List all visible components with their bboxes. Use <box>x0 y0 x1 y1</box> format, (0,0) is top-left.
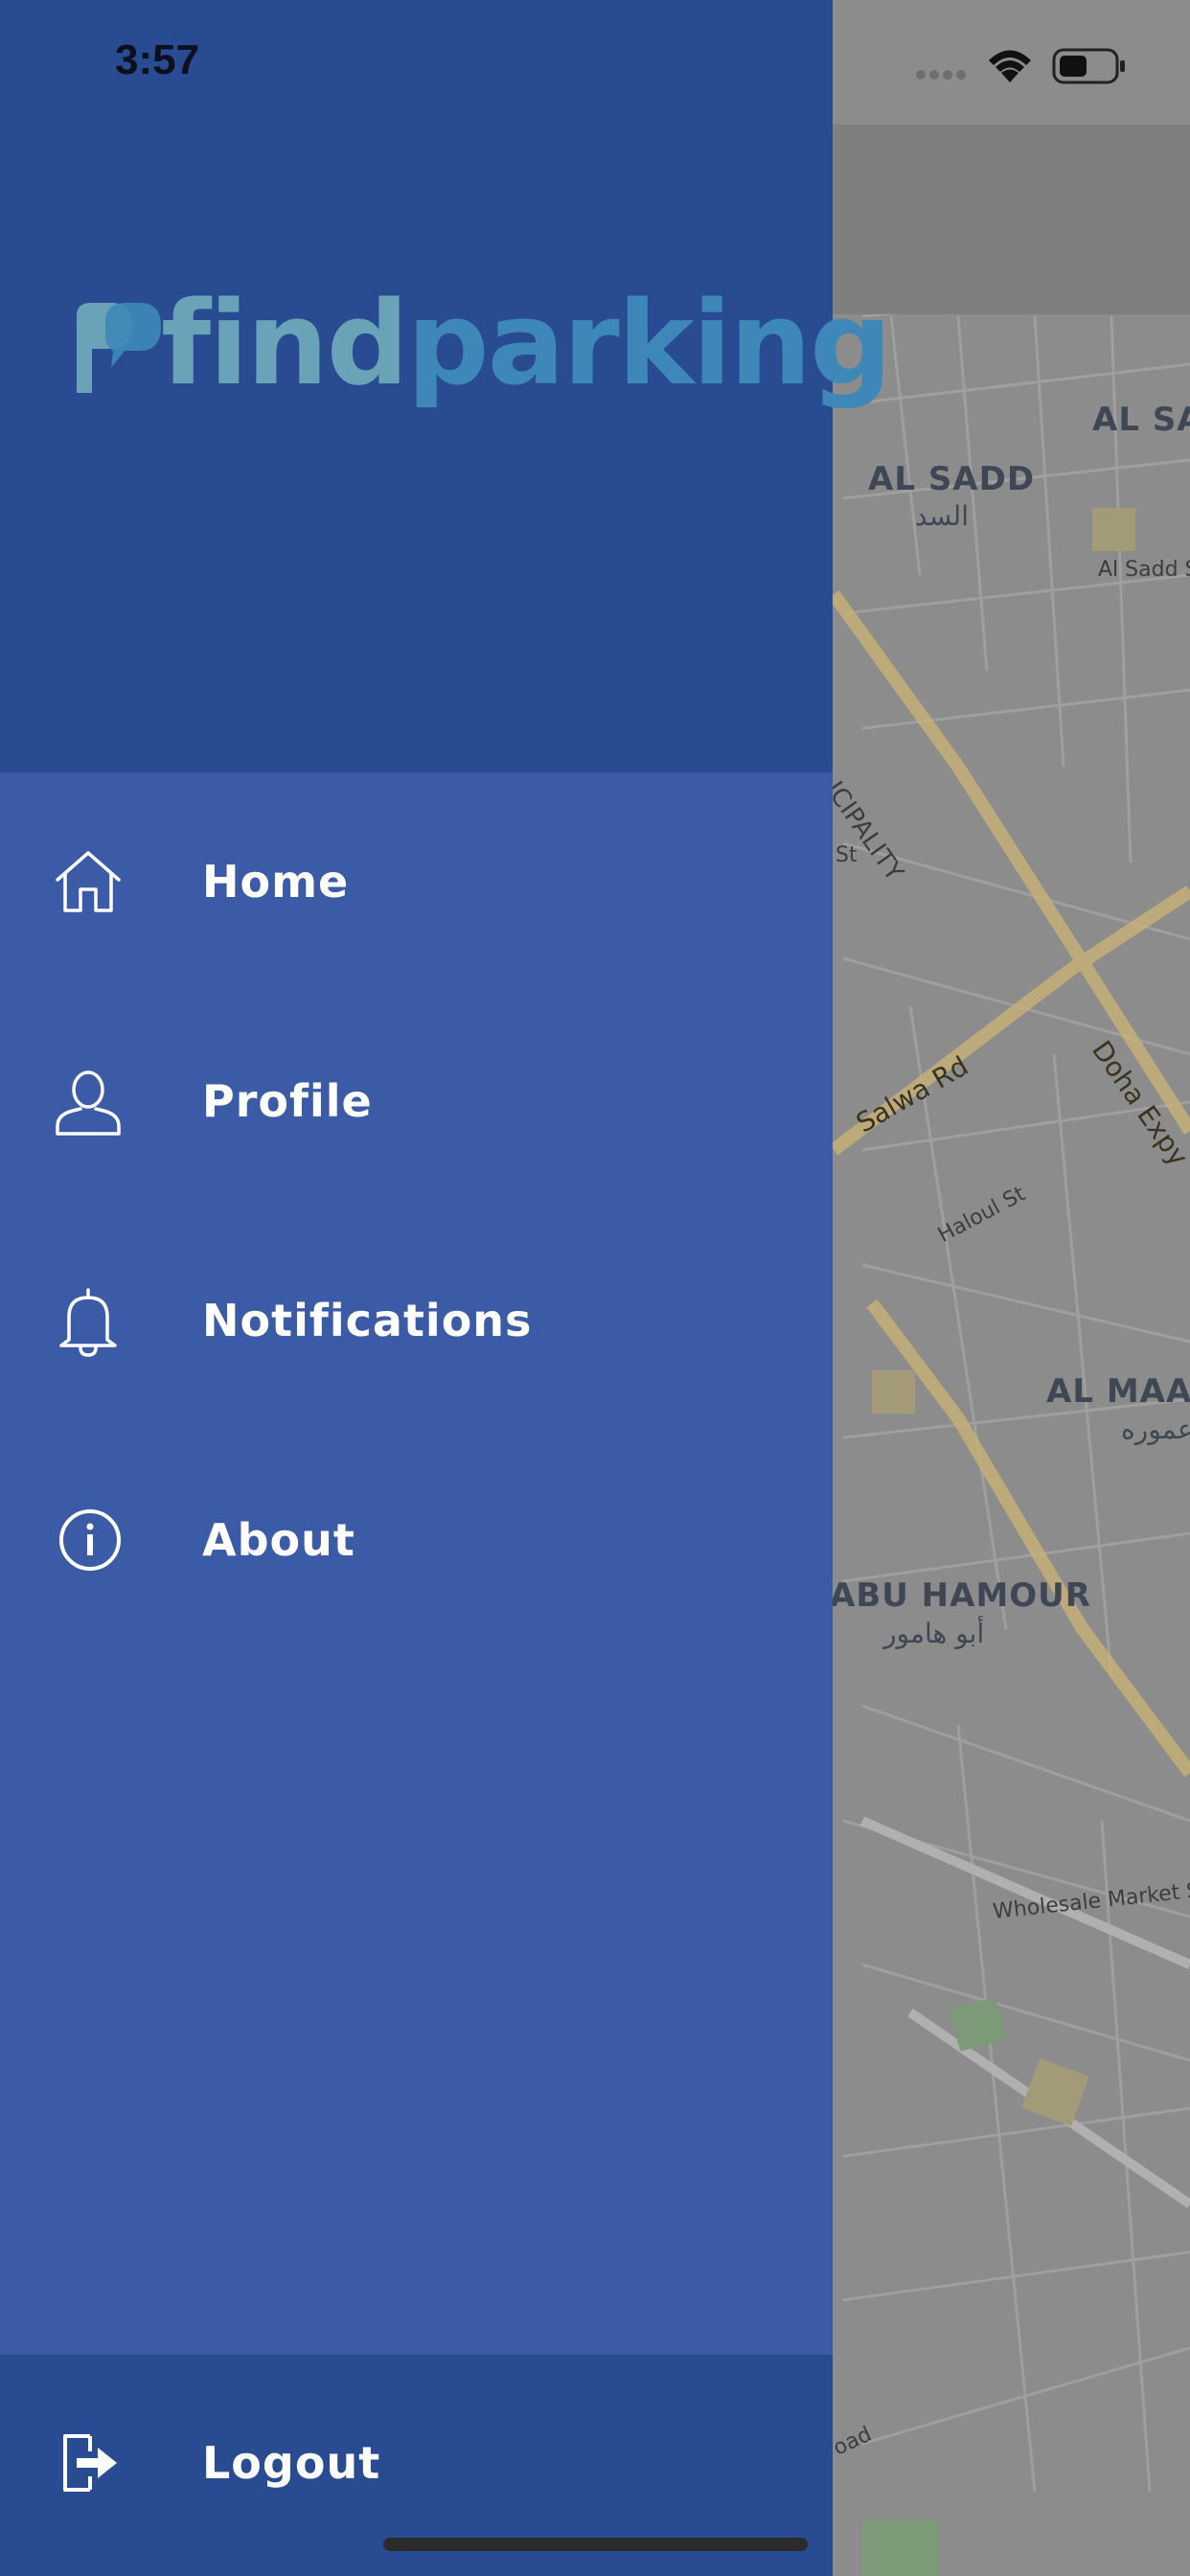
brand-logo-text: findparking <box>161 288 892 402</box>
battery-icon <box>1052 48 1125 84</box>
menu-item-label: About <box>202 1514 355 1566</box>
menu-item-notifications[interactable]: Notifications <box>0 1244 833 1397</box>
navigation-drawer: findparking Home Profile Notifications A… <box>0 0 892 2576</box>
user-icon <box>56 1070 121 1136</box>
findparking-logo-icon <box>77 303 161 393</box>
map-street-label: Al Sadd S <box>1098 558 1190 582</box>
info-icon <box>59 1509 121 1571</box>
logout-icon <box>63 2434 117 2492</box>
home-icon <box>56 851 121 912</box>
map-area-label-ar: أبو هامور <box>883 1618 985 1649</box>
map-street-label: St <box>835 843 858 867</box>
menu-item-home[interactable]: Home <box>0 805 833 958</box>
menu-item-about[interactable]: About <box>0 1463 833 1617</box>
wifi-icon <box>989 50 1031 82</box>
menu-item-profile[interactable]: Profile <box>0 1024 833 1178</box>
brand-name-part2: parking <box>406 278 892 411</box>
menu-item-label: Home <box>202 856 350 908</box>
logout-label: Logout <box>202 2437 381 2489</box>
map-area-label-ar: السد <box>915 500 969 532</box>
drawer-header: findparking <box>0 0 892 772</box>
menu-item-label: Profile <box>202 1075 373 1127</box>
map-area-label-ar: عموره <box>1121 1414 1190 1445</box>
brand-name-part1: find <box>161 278 409 411</box>
bell-icon <box>59 1288 117 1357</box>
status-icons <box>916 48 1125 84</box>
logout-button[interactable]: Logout <box>0 2386 833 2540</box>
menu-item-label: Notifications <box>202 1295 533 1346</box>
status-time: 3:57 <box>115 36 200 83</box>
map-area-label: AL MAAI <box>1046 1372 1190 1411</box>
signal-icon <box>916 70 966 80</box>
map-area-label: AL SA <box>1092 401 1190 439</box>
home-indicator <box>383 2538 808 2551</box>
map-area-label: AL SADD <box>868 460 1036 498</box>
map-area-label: ABU HAMOUR <box>830 1576 1091 1615</box>
